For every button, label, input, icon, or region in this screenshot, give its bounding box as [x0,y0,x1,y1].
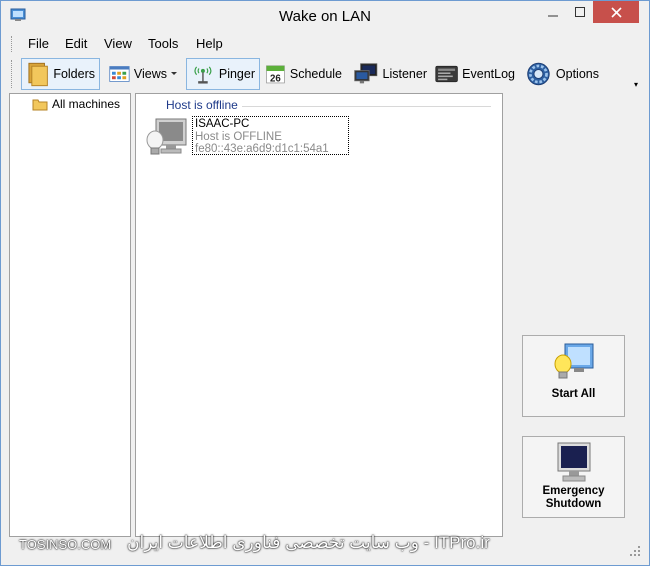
maximize-button[interactable] [567,1,593,23]
group-header: Host is offline [166,98,242,112]
start-all-label: Start All [551,388,596,400]
emergency-shutdown-button[interactable]: Emergency Shutdown [522,436,625,518]
machine-status: Host is OFFLINE [195,130,282,143]
watermark-left: TOSINSO.COM [19,537,112,552]
machine-tree[interactable]: All machines [9,93,131,537]
gear-icon [527,62,550,86]
title-bar[interactable]: Wake on LAN [1,1,649,31]
listener-label: Listener [382,67,427,81]
eventlog-label: EventLog [462,67,515,81]
menu-view[interactable]: View [104,36,132,51]
folders-label: Folders [53,67,95,81]
machine-list[interactable]: Host is offline ISAAC-PC Host is OFFLINE… [135,93,503,537]
shutdown-monitor-icon [557,442,590,482]
menu-tools[interactable]: Tools [148,36,178,51]
offline-computer-icon[interactable] [144,116,190,164]
menu-edit[interactable]: Edit [65,36,87,51]
calendar-icon: 26 [266,65,285,84]
app-window: Wake on LAN File Edit View Tools Help Fo… [0,0,650,566]
minimize-button[interactable] [539,1,567,23]
toolbar: Folders Views Pinger 26 Schedule Listene… [11,56,641,92]
schedule-label: Schedule [289,67,342,81]
listener-monitors-icon [354,63,378,84]
options-button[interactable]: Options [521,58,603,90]
menu-file[interactable]: File [28,36,49,51]
options-label: Options [555,67,599,81]
machine-item-card[interactable]: ISAAC-PC Host is OFFLINE fe80::43e:a6d9:… [192,116,349,155]
shutdown-label-line2: Shutdown [545,498,602,510]
machine-address: fe80::43e:a6d9:d1c1:54a1 [195,143,329,155]
eventlog-icon [435,65,458,83]
toolbar-grip[interactable] [11,60,15,88]
pinger-label: Pinger [218,67,255,81]
start-all-computer-icon [554,343,593,379]
menu-grip[interactable] [11,36,15,52]
toolbar-overflow-button[interactable]: ▾ [631,80,641,90]
watermark: TOSINSO.COM ITPro.ir - وب سایت تخصصی فنا… [19,533,559,557]
views-icon [109,66,130,82]
folder-icon [32,99,48,110]
schedule-button[interactable]: 26 Schedule [261,58,346,90]
watermark-right: ITPro.ir - وب سایت تخصصی فناوری اطلاعات … [127,533,490,552]
close-button[interactable] [593,1,639,23]
views-button[interactable]: Views [105,58,185,90]
minimize-icon [548,15,558,17]
eventlog-button[interactable]: EventLog [431,58,519,90]
shutdown-label-line1: Emergency [542,485,605,497]
pinger-antenna-icon [194,66,212,84]
views-label: Views [133,67,168,81]
folders-icon [28,62,48,87]
calendar-day: 26 [270,73,281,84]
menu-bar: File Edit View Tools Help [11,34,639,54]
tree-item-label: All machines [52,97,121,111]
menu-help[interactable]: Help [196,36,223,51]
listener-button[interactable]: Listener [349,58,431,90]
maximize-icon [575,7,585,17]
pinger-button[interactable]: Pinger [186,58,260,90]
chevron-down-icon [171,72,177,75]
machine-name: ISAAC-PC [195,118,250,130]
start-all-button[interactable]: Start All [522,335,625,417]
tree-item-all-machines[interactable]: All machines [32,97,120,111]
resize-grip-icon[interactable] [629,545,641,557]
close-icon [610,6,622,18]
folders-button[interactable]: Folders [21,58,100,90]
